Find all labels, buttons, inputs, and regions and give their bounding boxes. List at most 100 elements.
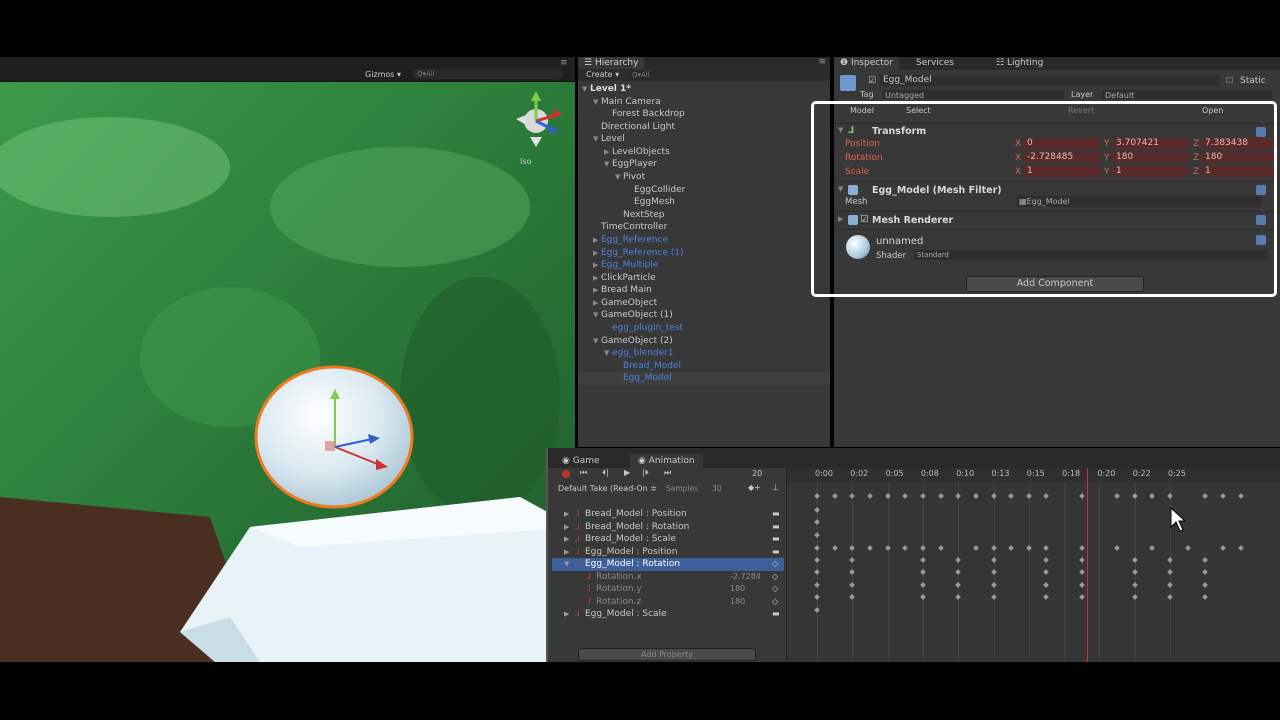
- keyframe-diamond[interactable]: [831, 545, 838, 551]
- foldout-arrow-icon[interactable]: ▶: [564, 508, 569, 521]
- keyframe-diamond[interactable]: [1131, 582, 1138, 588]
- tag-dropdown[interactable]: Untagged: [882, 90, 1064, 100]
- keyframe-diamond[interactable]: [1202, 569, 1209, 575]
- clip-dropdown[interactable]: Default Take (Read-On ≑: [558, 484, 657, 493]
- keyframe-diamond[interactable]: [814, 507, 820, 513]
- tab-lighting[interactable]: ☷ Lighting: [996, 57, 1043, 70]
- keyframe-diamond[interactable]: [973, 493, 979, 499]
- keyframe-diamond[interactable]: [1167, 594, 1173, 600]
- keyframe-diamond-icon[interactable]: ◇: [772, 596, 778, 609]
- keyframe-diamond[interactable]: [937, 493, 944, 499]
- curve-value[interactable]: 180: [730, 596, 745, 609]
- keyframe-diamond[interactable]: [1078, 594, 1085, 600]
- remove-property-icon[interactable]: ▬: [772, 546, 780, 559]
- keyframe-diamond[interactable]: [920, 493, 926, 499]
- timeline-ruler[interactable]: 0:00 0:02 0:05 0:08 0:10 0:13 0:15 0:18 0:20 0:22…: [787, 468, 1280, 482]
- keyframe-diamond[interactable]: [920, 582, 926, 588]
- hierarchy-item[interactable]: ▼ GameObject (1): [578, 309, 830, 322]
- keyframe-diamond[interactable]: [902, 545, 909, 551]
- keyframe-diamond[interactable]: [884, 493, 891, 499]
- create-dropdown[interactable]: Create ▾: [586, 70, 619, 79]
- keyframe-diamond[interactable]: [1025, 493, 1032, 499]
- keyframe-area[interactable]: [787, 468, 1280, 662]
- scene-search-input[interactable]: Q▾All: [413, 69, 563, 79]
- keyframe-diamond[interactable]: [1078, 493, 1085, 499]
- keyframe-diamond[interactable]: [1114, 493, 1120, 499]
- hierarchy-item[interactable]: ▶ Egg_Multiple: [578, 259, 830, 272]
- expand-down-icon[interactable]: ▼: [615, 171, 623, 184]
- keyframe-diamond[interactable]: [937, 545, 944, 551]
- expand-right-icon[interactable]: ▶: [593, 284, 601, 297]
- keyframe-diamond[interactable]: [1078, 545, 1085, 551]
- hierarchy-item[interactable]: ▼ Main Camera: [578, 96, 830, 109]
- hierarchy-item[interactable]: ▶ LevelObjects: [578, 146, 830, 159]
- hierarchy-item[interactable]: ▼ EggPlayer: [578, 158, 830, 171]
- keyframe-diamond[interactable]: [1202, 493, 1209, 499]
- tab-game[interactable]: ◉ Game: [554, 454, 608, 468]
- keyframe-diamond[interactable]: [849, 582, 856, 588]
- hierarchy-item[interactable]: ▼ Pivot: [578, 171, 830, 184]
- keyframe-diamond[interactable]: [814, 519, 820, 525]
- samples-field[interactable]: 30: [712, 484, 722, 493]
- keyframe-diamond[interactable]: [990, 594, 997, 600]
- keyframe-diamond[interactable]: [1167, 569, 1173, 575]
- curve-value[interactable]: -2.7284: [730, 571, 761, 584]
- object-name-field[interactable]: Egg_Model: [880, 75, 1220, 86]
- remove-property-icon[interactable]: ▬: [772, 608, 780, 621]
- keyframe-diamond[interactable]: [973, 545, 979, 551]
- keyframe-diamond-icon[interactable]: ◇: [772, 583, 778, 596]
- keyframe-diamond[interactable]: [849, 557, 856, 563]
- expand-down-icon[interactable]: ▼: [604, 347, 612, 360]
- keyframe-diamond[interactable]: [990, 582, 997, 588]
- foldout-arrow-icon[interactable]: ▶: [564, 546, 569, 559]
- expand-right-icon[interactable]: ▶: [593, 297, 601, 310]
- hierarchy-item[interactable]: ▶ Bread Main: [578, 284, 830, 297]
- keyframe-diamond[interactable]: [1202, 594, 1209, 600]
- hierarchy-item[interactable]: Directional Light: [578, 121, 830, 134]
- hierarchy-item[interactable]: egg_plugin_test: [578, 322, 830, 335]
- property-row[interactable]: ▶ ⅃ Bread_Model : Scale ▬: [552, 533, 784, 546]
- keyframe-diamond[interactable]: [920, 569, 926, 575]
- keyframe-diamond[interactable]: [1202, 582, 1209, 588]
- keyframe-diamond[interactable]: [1043, 545, 1050, 551]
- keyframe-diamond[interactable]: [814, 569, 820, 575]
- keyframe-diamond[interactable]: [1167, 493, 1173, 499]
- keyframe-diamond[interactable]: [1043, 569, 1050, 575]
- iso-label[interactable]: Iso: [520, 157, 531, 166]
- expand-down-icon[interactable]: ▼: [593, 335, 601, 348]
- keyframe-diamond[interactable]: [1202, 557, 1209, 563]
- keyframe-diamond[interactable]: [814, 607, 820, 613]
- add-property-button[interactable]: Add Property: [578, 648, 756, 661]
- keyframe-diamond[interactable]: [849, 545, 856, 551]
- keyframe-diamond[interactable]: [814, 557, 820, 563]
- property-row[interactable]: ▶ ⅃ Bread_Model : Rotation ▬: [552, 521, 784, 534]
- keyframe-diamond[interactable]: [1131, 594, 1138, 600]
- keyframe-diamond[interactable]: [849, 493, 856, 499]
- hierarchy-item[interactable]: EggCollider: [578, 184, 830, 197]
- keyframe-diamond[interactable]: [955, 569, 962, 575]
- next-key-icon[interactable]: |⏵: [642, 468, 649, 478]
- remove-property-icon[interactable]: ▬: [772, 508, 780, 521]
- static-checkbox[interactable]: ☐: [1226, 76, 1233, 85]
- keyframe-diamond[interactable]: [814, 582, 820, 588]
- property-row[interactable]: ▶ ⅃ Egg_Model : Position ▬: [552, 546, 784, 559]
- keyframe-diamond[interactable]: [920, 545, 926, 551]
- expand-right-icon[interactable]: ▶: [593, 247, 601, 260]
- foldout-arrow-icon[interactable]: ▶: [564, 608, 569, 621]
- hierarchy-search-input[interactable]: Q▾All: [628, 70, 824, 80]
- frame-field[interactable]: 20: [752, 469, 762, 478]
- keyframe-diamond[interactable]: [1131, 493, 1138, 499]
- keyframe-diamond[interactable]: [1220, 493, 1226, 499]
- keyframe-diamond[interactable]: [1131, 569, 1138, 575]
- keyframe-diamond[interactable]: [884, 545, 891, 551]
- hierarchy-menu-icon[interactable]: ≡: [818, 57, 826, 67]
- keyframe-diamond[interactable]: [867, 545, 873, 551]
- keyframe-diamond[interactable]: [849, 594, 856, 600]
- add-keyframe-icon[interactable]: ◆+: [748, 483, 761, 492]
- keyframe-diamond[interactable]: [955, 582, 962, 588]
- hierarchy-item[interactable]: Bread_Model: [578, 360, 830, 373]
- animation-timeline[interactable]: 0:00 0:02 0:05 0:08 0:10 0:13 0:15 0:18 0:20 0:22…: [786, 468, 1280, 662]
- keyframe-diamond[interactable]: [1220, 545, 1226, 551]
- keyframe-diamond[interactable]: [1237, 493, 1244, 499]
- hierarchy-item[interactable]: Forest Backdrop: [578, 108, 830, 121]
